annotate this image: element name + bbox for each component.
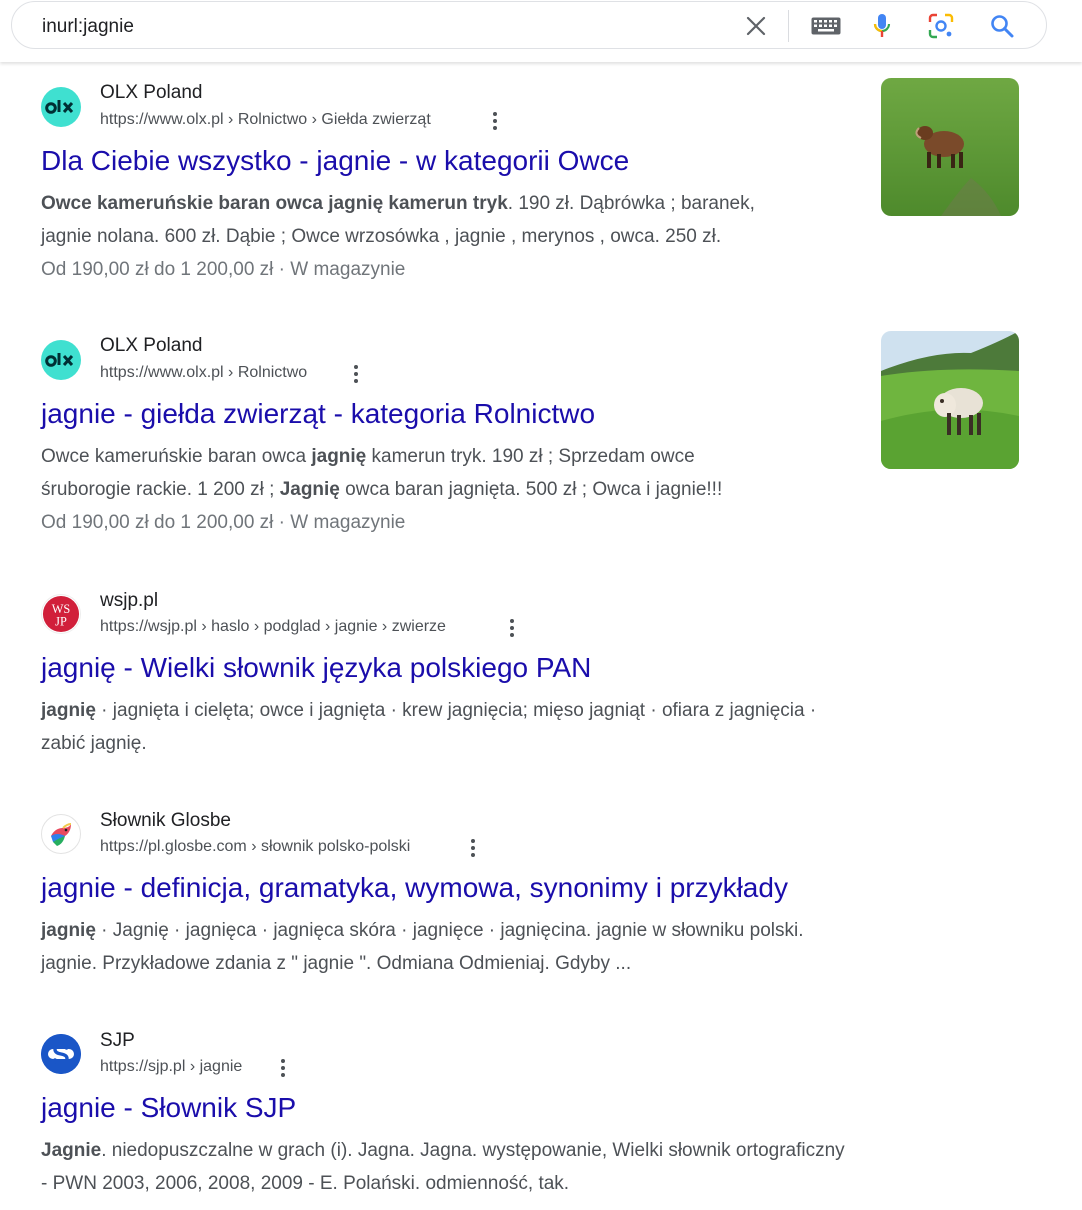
snippet-bold: jagnię xyxy=(41,920,96,941)
result-snippet: Owce kameruńskie baran owca jagnię kamer… xyxy=(41,440,861,506)
snippet-bold: Jagnie xyxy=(41,1140,102,1161)
snippet-bold: jagnię xyxy=(311,446,367,467)
snippet-line: jagnię · Jagnię · jagnięca · jagnięca sk… xyxy=(41,914,921,947)
voice-search-icon[interactable] xyxy=(868,12,896,40)
snippet-text: kamerun tryk. 190 zł ; Sprzedam owce xyxy=(366,446,695,467)
glosbe-favicon-icon xyxy=(41,814,81,854)
snippet-text: Owce kameruńskie baran owca xyxy=(41,446,312,467)
site-url[interactable]: https://www.olx.pl › Rolnictwo › Giełda … xyxy=(100,111,431,129)
price-range: Od 190,00 zł do 1 200,00 zł · W magazyni… xyxy=(41,512,406,533)
snippet-line: jagnie. Przykładowe zdania z " jagnie ".… xyxy=(41,953,632,974)
snippet-text: . 190 zł. Dąbrówka ; baranek, xyxy=(507,193,755,214)
snippet-line: - PWN 2003, 2006, 2008, 2009 - E. Polańs… xyxy=(41,1173,570,1194)
result-snippet: jagnię · Jagnię · jagnięca · jagnięca sk… xyxy=(41,914,921,980)
snippet-bold: Owce kameruńskie baran owca jagnię kamer… xyxy=(41,193,508,214)
more-options-icon[interactable] xyxy=(466,836,480,860)
snippet-text: śruborogie rackie. 1 200 zł ; xyxy=(41,479,280,500)
result-snippet: Owce kameruńskie baran owca jagnię kamer… xyxy=(41,187,861,253)
lens-icon[interactable] xyxy=(927,12,955,40)
search-divider xyxy=(788,10,789,42)
snippet-text: . niedopuszczalne w grach (i). Jagna. Ja… xyxy=(101,1140,845,1161)
site-name[interactable]: OLX Poland xyxy=(100,335,202,357)
snippet-line: jagnię · jagnięta i cielęta; owce i jagn… xyxy=(41,694,921,727)
result-title-link[interactable]: Dla Ciebie wszystko - jagnie - w kategor… xyxy=(41,145,629,177)
search-icon[interactable] xyxy=(988,12,1016,40)
result-title-link[interactable]: jagnię - Wielki słownik języka polskiego… xyxy=(41,652,591,684)
result-title-link[interactable]: jagnie - definicja, gramatyka, wymowa, s… xyxy=(41,872,788,904)
snippet-line: Jagnie. niedopuszczalne w grach (i). Jag… xyxy=(41,1134,941,1167)
keyboard-icon[interactable] xyxy=(810,12,842,40)
site-url[interactable]: https://wsjp.pl › haslo › podglad › jagn… xyxy=(100,618,446,636)
snippet-line: Owce kameruńskie baran owca jagnię kamer… xyxy=(41,440,861,473)
search-box[interactable] xyxy=(11,1,1047,49)
more-options-icon[interactable] xyxy=(349,362,363,386)
site-name[interactable]: OLX Poland xyxy=(100,82,202,104)
snippet-line: Owce kameruńskie baran owca jagnię kamer… xyxy=(41,187,861,220)
snippet-text: · Jagnię · jagnięca · jagnięca skóra · j… xyxy=(95,920,804,941)
result-title-link[interactable]: jagnie - giełda zwierząt - kategoria Rol… xyxy=(41,398,595,430)
site-url[interactable]: https://pl.glosbe.com › słownik polsko-p… xyxy=(100,838,410,856)
snippet-line: śruborogie rackie. 1 200 zł ; Jagnię owc… xyxy=(41,473,861,506)
snippet-bold: Jagnię xyxy=(279,479,340,500)
more-options-icon[interactable] xyxy=(505,616,519,640)
clear-icon[interactable] xyxy=(742,12,770,40)
site-name[interactable]: wsjp.pl xyxy=(100,590,158,612)
snippet-line: zabić jagnię. xyxy=(41,733,147,754)
site-url[interactable]: https://sjp.pl › jagnie xyxy=(100,1058,242,1076)
search-input[interactable] xyxy=(42,16,642,38)
result-title-link[interactable]: jagnie - Słownik SJP xyxy=(41,1092,296,1124)
site-url[interactable]: https://www.olx.pl › Rolnictwo xyxy=(100,364,307,382)
wsjp-logo-text: JP xyxy=(55,614,67,628)
olx-favicon-icon xyxy=(41,87,81,127)
result-snippet: jagnię · jagnięta i cielęta; owce i jagn… xyxy=(41,694,921,760)
site-name[interactable]: SJP xyxy=(100,1030,135,1052)
snippet-text: · jagnięta i cielęta; owce i jagnięta · … xyxy=(95,700,817,721)
more-options-icon[interactable] xyxy=(488,109,502,133)
sheep-thumbnail[interactable] xyxy=(881,78,1019,216)
result-snippet: Jagnie. niedopuszczalne w grach (i). Jag… xyxy=(41,1134,941,1200)
wsjp-favicon-icon: WS JP xyxy=(41,594,81,634)
site-name[interactable]: Słownik Glosbe xyxy=(100,810,231,832)
snippet-line: jagnie nolana. 600 zł. Dąbie ; Owce wrzo… xyxy=(41,226,722,247)
price-range: Od 190,00 zł do 1 200,00 zł · W magazyni… xyxy=(41,259,406,280)
more-options-icon[interactable] xyxy=(276,1056,290,1080)
sjp-favicon-icon xyxy=(41,1034,81,1074)
search-header xyxy=(0,0,1082,62)
olx-favicon-icon xyxy=(41,340,81,380)
sheep-thumbnail[interactable] xyxy=(881,331,1019,469)
snippet-text: owca baran jagnięta. 500 zł ; Owca i jag… xyxy=(339,479,723,500)
snippet-bold: jagnię xyxy=(41,700,96,721)
